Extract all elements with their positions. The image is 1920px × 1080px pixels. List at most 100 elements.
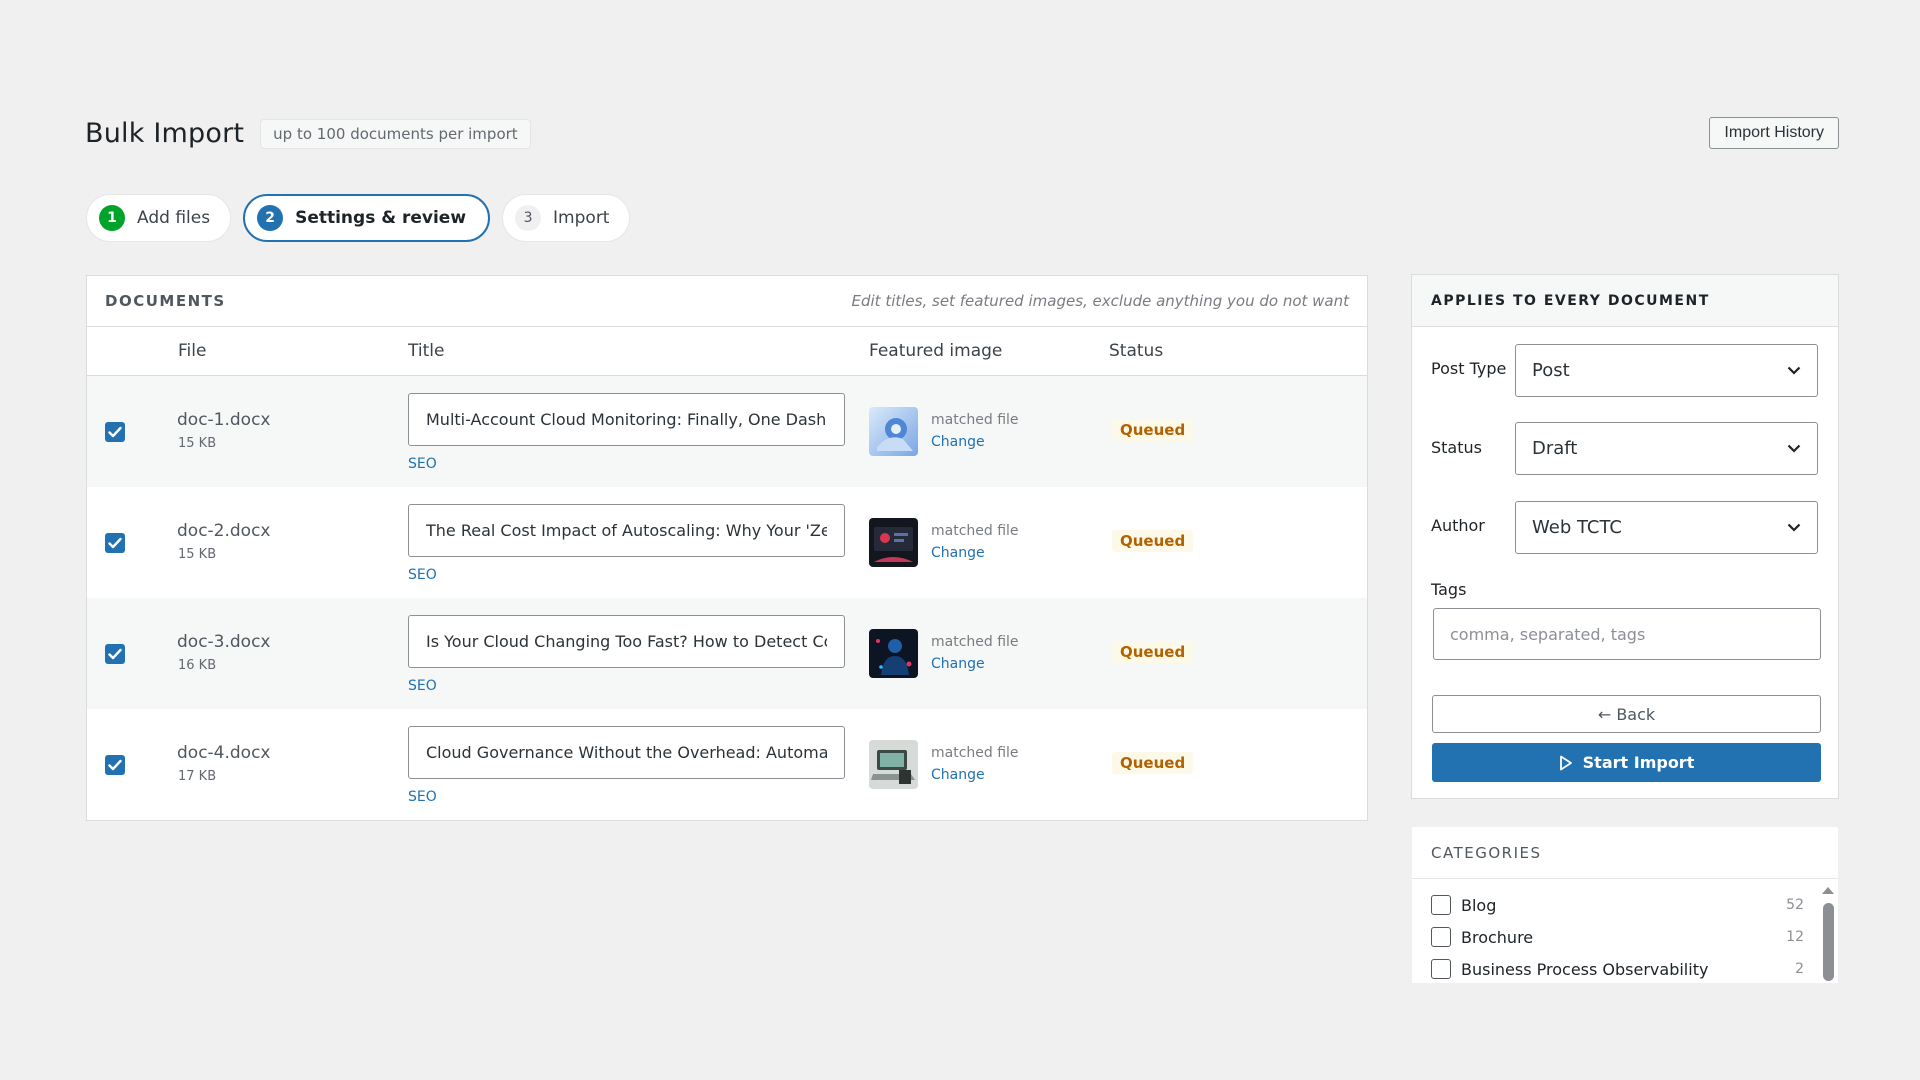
tags-label: Tags (1431, 580, 1467, 599)
global-settings-panel: APPLIES TO EVERY DOCUMENT Post Type Post… (1411, 274, 1839, 799)
title-input[interactable] (408, 615, 845, 668)
page-header: Bulk Import up to 100 documents per impo… (85, 118, 531, 149)
title-input[interactable] (408, 504, 845, 557)
matched-file-label: matched file (931, 412, 1019, 428)
table-row: doc-4.docx 17 KB SEO matched file Change… (87, 709, 1367, 820)
seo-link[interactable]: SEO (408, 456, 437, 472)
chevron-down-icon (1787, 523, 1801, 532)
documents-panel: DOCUMENTS Edit titles, set featured imag… (86, 275, 1368, 821)
status-label: Status (1431, 438, 1482, 457)
change-image-link[interactable]: Change (931, 434, 985, 450)
back-button[interactable]: ← Back (1432, 695, 1821, 733)
column-header-file: File (178, 341, 207, 361)
author-label: Author (1431, 516, 1485, 535)
documents-hint: Edit titles, set featured images, exclud… (851, 292, 1349, 310)
step-settings-review[interactable]: 2 Settings & review (243, 194, 491, 242)
change-image-link[interactable]: Change (931, 767, 985, 783)
file-name: doc-2.docx (177, 521, 271, 541)
author-value: Web TCTC (1532, 517, 1622, 538)
file-name: doc-3.docx (177, 632, 271, 652)
seo-link[interactable]: SEO (408, 567, 437, 583)
status-select[interactable]: Draft (1515, 422, 1818, 475)
play-icon (1559, 755, 1572, 770)
documents-heading: DOCUMENTS (105, 292, 226, 310)
laptop-desk-image (869, 740, 918, 789)
post-type-value: Post (1532, 360, 1570, 381)
chevron-down-icon (1787, 366, 1801, 375)
step-label: Add files (137, 208, 211, 228)
wizard-steps: 1 Add files 2 Settings & review 3 Import (86, 194, 631, 242)
title-input[interactable] (408, 393, 845, 446)
include-checkbox[interactable] (105, 533, 125, 553)
status-badge: Queued (1112, 530, 1194, 552)
scrollbar-thumb[interactable] (1823, 903, 1834, 981)
start-import-button[interactable]: Start Import (1432, 743, 1821, 782)
post-type-select[interactable]: Post (1515, 344, 1818, 397)
chevron-down-icon (1787, 444, 1801, 453)
tags-input[interactable] (1433, 608, 1821, 660)
change-image-link[interactable]: Change (931, 656, 985, 672)
step-add-files[interactable]: 1 Add files (86, 194, 232, 242)
file-size: 17 KB (178, 769, 217, 784)
scroll-up-arrow-icon[interactable] (1822, 887, 1834, 894)
include-checkbox[interactable] (105, 422, 125, 442)
checkmark-icon (108, 759, 122, 771)
category-label: Business Process Observability (1461, 959, 1709, 979)
page-title: Bulk Import (85, 118, 245, 149)
checkmark-icon (108, 648, 122, 660)
category-label: Blog (1461, 895, 1497, 915)
category-item: Business Process Observability 2 (1431, 957, 1816, 981)
change-image-link[interactable]: Change (931, 545, 985, 561)
column-header-status: Status (1109, 341, 1164, 361)
status-badge: Queued (1112, 419, 1194, 441)
column-header-featured-image: Featured image (869, 341, 1003, 361)
category-item: Blog 52 (1431, 893, 1816, 917)
include-checkbox[interactable] (105, 644, 125, 664)
documents-panel-header: DOCUMENTS Edit titles, set featured imag… (87, 276, 1367, 327)
checkmark-icon (108, 537, 122, 549)
title-input[interactable] (408, 726, 845, 779)
status-value: Draft (1532, 438, 1578, 459)
step-import[interactable]: 3 Import (502, 194, 631, 242)
category-count: 12 (1786, 929, 1804, 945)
file-size: 15 KB (178, 547, 217, 562)
checkmark-icon (108, 426, 122, 438)
seo-link[interactable]: SEO (408, 678, 437, 694)
file-size: 16 KB (178, 658, 217, 673)
author-select[interactable]: Web TCTC (1515, 501, 1818, 554)
include-checkbox[interactable] (105, 755, 125, 775)
import-history-button[interactable]: Import History (1709, 117, 1839, 149)
table-row: doc-2.docx 15 KB SEO matched file Change… (87, 487, 1367, 598)
step-label: Settings & review (295, 208, 467, 228)
robot-hand-image (869, 407, 918, 456)
category-count: 52 (1786, 897, 1804, 913)
settings-heading: APPLIES TO EVERY DOCUMENT (1412, 275, 1838, 327)
table-row: doc-1.docx 15 KB SEO matched file Change… (87, 376, 1367, 487)
category-label: Brochure (1461, 927, 1534, 947)
dark-dashboard-image (869, 518, 918, 567)
table-row: doc-3.docx 16 KB SEO matched file Change… (87, 598, 1367, 709)
status-badge: Queued (1112, 752, 1194, 774)
step-label: Import (553, 208, 610, 228)
category-checkbox[interactable] (1431, 895, 1451, 915)
category-checkbox[interactable] (1431, 927, 1451, 947)
category-item: Brochure 12 (1431, 925, 1816, 949)
status-badge: Queued (1112, 641, 1194, 663)
matched-file-label: matched file (931, 523, 1019, 539)
column-header-title: Title (408, 341, 445, 361)
step-number-badge: 3 (515, 205, 542, 231)
table-header: File Title Featured image Status (87, 327, 1367, 376)
seo-link[interactable]: SEO (408, 789, 437, 805)
step-number-badge: 2 (257, 205, 284, 231)
file-size: 15 KB (178, 436, 217, 451)
category-count: 2 (1795, 961, 1804, 977)
categories-panel: CATEGORIES Blog 52 Brochure 12 Business … (1411, 826, 1839, 984)
category-checkbox[interactable] (1431, 959, 1451, 979)
matched-file-label: matched file (931, 634, 1019, 650)
file-name: doc-4.docx (177, 743, 271, 763)
limit-hint-badge: up to 100 documents per import (260, 118, 531, 149)
file-name: doc-1.docx (177, 410, 271, 430)
step-number-badge: 1 (99, 205, 125, 231)
matched-file-label: matched file (931, 745, 1019, 761)
categories-heading: CATEGORIES (1412, 827, 1838, 879)
